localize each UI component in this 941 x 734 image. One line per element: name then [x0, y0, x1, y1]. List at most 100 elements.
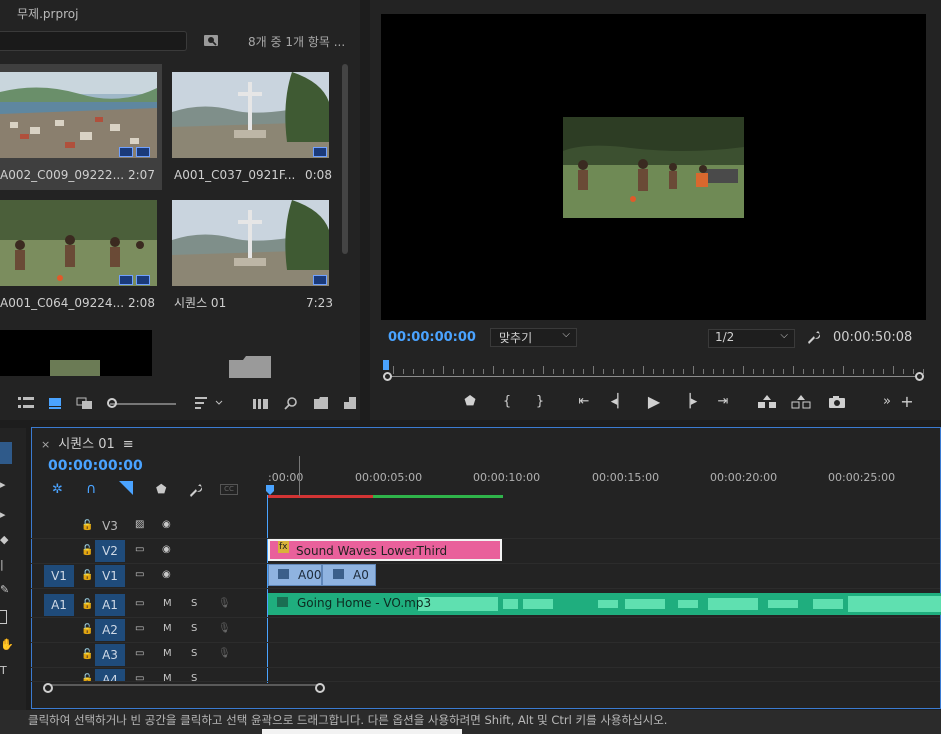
icon-view-icon[interactable]	[48, 396, 62, 410]
sync-lock-icon[interactable]: ▭	[135, 598, 144, 609]
eye-icon[interactable]: ◉	[162, 519, 171, 530]
play-icon[interactable]: ▶	[645, 393, 663, 411]
track-label-a1[interactable]: A1	[95, 594, 125, 616]
lock-icon[interactable]: 🔓	[81, 545, 93, 556]
list-view-icon[interactable]	[18, 396, 34, 410]
sync-lock-icon[interactable]: ▨	[135, 519, 144, 530]
wrench-icon[interactable]	[806, 330, 820, 344]
video-clip[interactable]: A0	[322, 564, 376, 586]
source-patch-a1[interactable]: A1	[44, 594, 74, 616]
panel-menu-icon[interactable]: ≡	[123, 437, 134, 452]
project-item[interactable]: A001_C037_0921F... 0:08	[172, 64, 334, 190]
timeline-zoom-scrollbar[interactable]	[48, 684, 322, 692]
sort-icon[interactable]	[195, 396, 223, 410]
more-controls-icon[interactable]: »	[878, 393, 896, 411]
mute-button[interactable]: M	[163, 623, 172, 634]
solo-button[interactable]: S	[191, 598, 197, 609]
track-label-v1[interactable]: V1	[95, 565, 125, 587]
video-clip[interactable]: A00	[268, 564, 322, 586]
sync-lock-icon[interactable]: ▭	[135, 673, 144, 681]
mark-in-icon[interactable]: {	[498, 393, 516, 411]
voiceover-mic-icon[interactable]: 🎙	[218, 623, 231, 634]
step-back-icon[interactable]: ◂▏	[610, 393, 628, 411]
project-item[interactable]: 시퀀스 01 7:23	[172, 192, 334, 318]
solo-button[interactable]: S	[191, 648, 197, 659]
freeform-view-icon[interactable]	[76, 396, 94, 410]
nest-toggle-icon[interactable]: ✲	[52, 482, 63, 497]
timeline-timecode[interactable]: 00:00:00:00	[48, 458, 143, 474]
rectangle-tool-icon[interactable]	[0, 610, 7, 624]
sync-lock-icon[interactable]: ▭	[135, 648, 144, 659]
voiceover-mic-icon[interactable]: 🎙	[218, 598, 231, 609]
solo-button[interactable]: S	[191, 673, 197, 681]
source-patch-v1[interactable]: V1	[44, 565, 74, 587]
mute-button[interactable]: M	[163, 648, 172, 659]
find-icon[interactable]	[284, 396, 298, 410]
extract-icon[interactable]	[791, 394, 811, 410]
lock-icon[interactable]: 🔓	[81, 570, 93, 581]
add-marker-icon[interactable]: ⬟	[156, 482, 166, 496]
track-label-v2[interactable]: V2	[95, 540, 125, 562]
snap-icon[interactable]: ∩	[86, 481, 96, 497]
close-icon[interactable]: ×	[41, 438, 50, 451]
lock-icon[interactable]: 🔓	[81, 649, 93, 660]
sync-lock-icon[interactable]: ▭	[135, 569, 144, 580]
voiceover-mic-icon[interactable]: 🎙	[218, 648, 231, 659]
lock-icon[interactable]: 🔓	[81, 599, 93, 610]
zoom-slider-handle[interactable]	[107, 398, 117, 408]
selection-tool-icon[interactable]	[0, 442, 12, 464]
playhead-marker[interactable]	[383, 360, 389, 370]
mute-button[interactable]: M	[163, 598, 172, 609]
project-item-partial[interactable]	[0, 330, 152, 376]
ripple-edit-tool-icon[interactable]: ▸	[0, 508, 6, 521]
fit-zoom-select[interactable]: 맞추기 ⌵	[490, 328, 577, 347]
slip-tool-icon[interactable]: |	[0, 558, 4, 571]
program-time-ruler[interactable]	[383, 358, 924, 382]
project-item[interactable]: A001_C064_09224... 2:08	[0, 192, 162, 318]
pen-tool-icon[interactable]: ✎	[0, 583, 9, 596]
track-select-tool-icon[interactable]: ▸	[0, 478, 6, 491]
sync-lock-icon[interactable]: ▭	[135, 544, 144, 555]
new-item-icon[interactable]	[344, 396, 356, 410]
step-forward-icon[interactable]: ▕▸	[680, 393, 698, 411]
project-scrollbar[interactable]	[342, 64, 348, 254]
program-timecode-current[interactable]: 00:00:00:00	[388, 330, 476, 345]
eye-icon[interactable]: ◉	[162, 569, 171, 580]
zoom-handle-left[interactable]	[383, 372, 392, 381]
go-to-in-icon[interactable]: ⇤	[575, 393, 593, 411]
lock-icon[interactable]: 🔓	[81, 674, 93, 681]
mark-out-icon[interactable]: }	[531, 393, 549, 411]
razor-tool-icon[interactable]: ◆	[0, 533, 8, 546]
bin-folder-icon[interactable]	[229, 356, 271, 378]
export-frame-icon[interactable]	[828, 395, 846, 409]
new-bin-icon[interactable]	[314, 396, 328, 410]
zoom-slider-track[interactable]	[110, 403, 176, 405]
sync-lock-icon[interactable]: ▭	[135, 623, 144, 634]
lift-icon[interactable]	[757, 394, 777, 410]
lock-icon[interactable]: 🔓	[81, 520, 93, 531]
sequence-tab[interactable]: × 시퀀스 01 ≡	[41, 433, 134, 452]
project-search-input[interactable]	[0, 31, 187, 51]
track-label-a3[interactable]: A3	[95, 644, 125, 666]
track-label-v3[interactable]: V3	[95, 515, 125, 537]
hand-tool-icon[interactable]: ✋	[0, 638, 14, 651]
track-label-a2[interactable]: A2	[95, 619, 125, 641]
zoom-handle-right[interactable]	[315, 683, 325, 693]
type-tool-icon[interactable]: T	[0, 664, 7, 677]
lower-third-clip[interactable]: fx Sound Waves LowerThird	[268, 539, 502, 561]
captions-icon[interactable]: CC	[220, 484, 238, 495]
automate-to-sequence-icon[interactable]	[253, 396, 269, 410]
go-to-out-icon[interactable]: ⇥	[714, 393, 732, 411]
audio-clip[interactable]: Going Home - VO.mp3	[268, 593, 941, 615]
zoom-handle-left[interactable]	[43, 683, 53, 693]
eye-icon[interactable]: ◉	[162, 544, 171, 555]
timeline-settings-icon[interactable]	[188, 483, 202, 497]
playback-resolution-select[interactable]: 1/2 ⌵	[708, 329, 795, 348]
solo-button[interactable]: S	[191, 623, 197, 634]
mute-button[interactable]: M	[163, 673, 172, 681]
lock-icon[interactable]: 🔓	[81, 624, 93, 635]
add-button-icon[interactable]: +	[898, 393, 916, 411]
search-filter-icon[interactable]	[203, 33, 219, 49]
project-item[interactable]: A002_C009_09222... 2:07	[0, 64, 162, 190]
add-marker-icon[interactable]: ⬟	[461, 393, 479, 411]
